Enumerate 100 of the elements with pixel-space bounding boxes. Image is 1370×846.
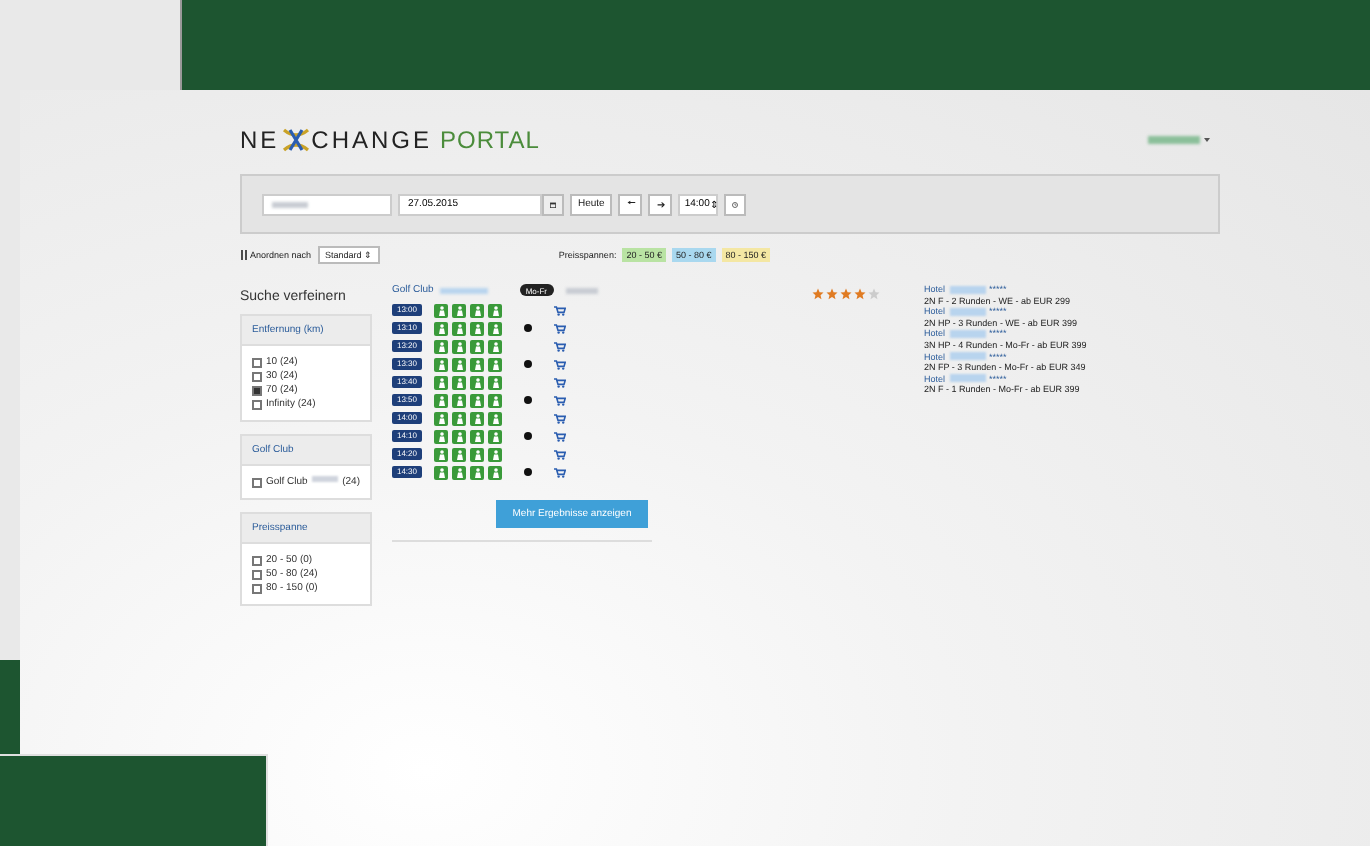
golfer-icon — [491, 359, 499, 369]
golfer-icon — [455, 395, 463, 405]
cart-icon[interactable] — [554, 341, 566, 351]
golfer-icon — [455, 341, 463, 351]
golfer-icon — [491, 413, 499, 423]
golfer-icon — [455, 413, 463, 423]
golfer-icon — [437, 431, 445, 441]
player-slot[interactable] — [488, 429, 502, 443]
player-slot[interactable] — [452, 339, 466, 353]
golfer-icon — [473, 449, 481, 459]
player-slot[interactable] — [470, 393, 484, 407]
player-slot[interactable] — [488, 303, 502, 317]
checkbox[interactable] — [252, 569, 262, 579]
cart-icon[interactable] — [554, 359, 566, 369]
player-slot[interactable] — [434, 393, 448, 407]
player-slot[interactable] — [452, 375, 466, 389]
player-slot[interactable] — [434, 465, 448, 479]
player-slot[interactable] — [470, 429, 484, 443]
player-slot[interactable] — [434, 411, 448, 425]
golfer-icon — [491, 431, 499, 441]
player-slot[interactable] — [488, 465, 502, 479]
player-slot[interactable] — [434, 303, 448, 317]
checkbox[interactable] — [252, 555, 262, 565]
player-slot[interactable] — [488, 411, 502, 425]
logo: NE CHANGE PORTAL — [240, 126, 540, 154]
player-slot[interactable] — [434, 375, 448, 389]
player-slot[interactable] — [452, 411, 466, 425]
golfer-icon — [473, 431, 481, 441]
redacted-text — [311, 476, 339, 482]
player-slot[interactable] — [452, 357, 466, 371]
golfer-icon — [455, 467, 463, 477]
golfer-icon — [473, 467, 481, 477]
logo-mark-icon — [281, 128, 310, 152]
checkbox[interactable] — [252, 357, 262, 367]
sort-icon — [240, 250, 248, 260]
clock-button[interactable] — [724, 193, 747, 215]
checkbox[interactable] — [252, 385, 262, 395]
caret-icon[interactable] — [1204, 138, 1210, 142]
player-slot[interactable] — [434, 447, 448, 461]
checkbox[interactable] — [252, 583, 262, 593]
location-field[interactable] — [262, 193, 392, 215]
calendar-button[interactable] — [542, 193, 564, 215]
player-slot[interactable] — [488, 339, 502, 353]
player-slot[interactable] — [470, 321, 484, 335]
checkbox[interactable] — [252, 371, 262, 381]
golfer-icon — [473, 323, 481, 333]
golfer-icon — [473, 359, 481, 369]
golfer-icon — [491, 341, 499, 351]
golfer-icon — [455, 359, 463, 369]
player-slot[interactable] — [488, 321, 502, 335]
player-slot[interactable] — [434, 339, 448, 353]
player-slot[interactable] — [452, 429, 466, 443]
player-slot[interactable] — [470, 465, 484, 479]
cart-icon[interactable] — [554, 395, 566, 405]
checkbox[interactable] — [252, 399, 262, 409]
cart-icon[interactable] — [554, 431, 566, 441]
player-slot[interactable] — [434, 321, 448, 335]
golfer-icon — [473, 377, 481, 387]
golfer-icon — [473, 395, 481, 405]
player-slot[interactable] — [470, 303, 484, 317]
player-slot[interactable] — [452, 303, 466, 317]
golfer-icon — [437, 467, 445, 477]
cart-icon[interactable] — [554, 305, 566, 315]
player-slot[interactable] — [470, 411, 484, 425]
player-slot[interactable] — [452, 447, 466, 461]
player-slot[interactable] — [452, 321, 466, 335]
player-slot[interactable] — [434, 429, 448, 443]
golfer-icon — [455, 323, 463, 333]
player-slot[interactable] — [488, 393, 502, 407]
golfer-icon — [455, 305, 463, 315]
golfer-icon — [437, 341, 445, 351]
player-slot[interactable] — [488, 375, 502, 389]
player-slot[interactable] — [434, 357, 448, 371]
player-slot[interactable] — [470, 357, 484, 371]
golfer-icon — [491, 467, 499, 477]
golfer-icon — [491, 449, 499, 459]
calendar-icon — [550, 199, 556, 209]
golfer-icon — [455, 431, 463, 441]
cart-icon[interactable] — [554, 449, 566, 459]
golfer-icon — [491, 305, 499, 315]
cart-icon[interactable] — [554, 467, 566, 477]
player-slot[interactable] — [488, 447, 502, 461]
player-slot[interactable] — [452, 393, 466, 407]
golfer-icon — [491, 323, 499, 333]
golfer-icon — [437, 449, 445, 459]
player-slot[interactable] — [488, 357, 502, 371]
cart-icon[interactable] — [554, 323, 566, 333]
cart-icon[interactable] — [554, 377, 566, 387]
clock-icon — [732, 199, 739, 209]
golfer-icon — [437, 377, 445, 387]
golfer-icon — [473, 413, 481, 423]
redacted-text — [1148, 136, 1200, 144]
player-slot[interactable] — [470, 339, 484, 353]
cart-icon[interactable] — [554, 413, 566, 423]
player-slot[interactable] — [452, 465, 466, 479]
golfer-icon — [437, 413, 445, 423]
player-slot[interactable] — [470, 447, 484, 461]
checkbox[interactable] — [252, 477, 262, 487]
player-slot[interactable] — [470, 375, 484, 389]
golfer-icon — [491, 395, 499, 405]
